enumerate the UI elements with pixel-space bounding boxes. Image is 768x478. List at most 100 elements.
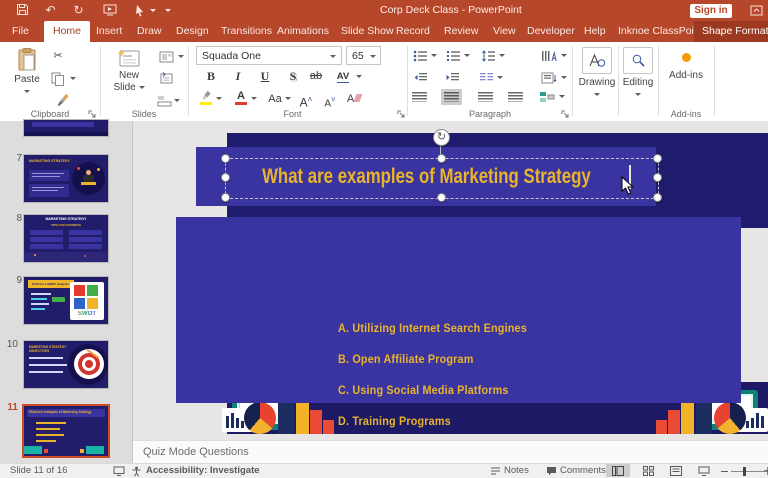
- bullets-icon[interactable]: [412, 48, 428, 63]
- thumbnail-slide-9[interactable]: Perform a SWOT analysis: SWOT: [24, 277, 108, 324]
- selection-handle-middle-right[interactable]: [653, 173, 662, 182]
- font-color-caret-icon[interactable]: [251, 97, 257, 100]
- tab-inknoe-classpoint[interactable]: Inknoe ClassPoint: [618, 21, 703, 42]
- tab-draw[interactable]: Draw: [137, 21, 162, 42]
- selection-handle-top-center[interactable]: [437, 154, 446, 163]
- section-caret-icon[interactable]: [174, 99, 180, 102]
- ribbon-display-options-icon[interactable]: [750, 5, 763, 16]
- qat-customize-caret-icon[interactable]: [165, 9, 171, 12]
- text-direction-icon[interactable]: [541, 48, 557, 63]
- clipboard-dialog-launcher-icon[interactable]: [88, 110, 97, 119]
- text-direction-caret-icon[interactable]: [561, 54, 567, 57]
- change-case-button[interactable]: Aa: [266, 92, 284, 107]
- tab-home[interactable]: Home: [44, 21, 90, 42]
- tab-file[interactable]: File: [12, 21, 29, 42]
- comments-toggle[interactable]: Comments: [560, 464, 606, 477]
- line-spacing-icon[interactable]: [480, 48, 496, 63]
- font-name-combo[interactable]: Squada One: [196, 46, 342, 65]
- tab-developer[interactable]: Developer: [527, 21, 575, 42]
- notes-panel[interactable]: Quiz Mode Questions: [133, 440, 768, 464]
- save-icon[interactable]: [16, 3, 31, 18]
- convert-to-smartart-icon[interactable]: [539, 89, 555, 104]
- numbering-icon[interactable]: [445, 48, 461, 63]
- notes-icon[interactable]: [490, 467, 501, 475]
- character-spacing-button[interactable]: AV: [333, 69, 353, 84]
- editing-button[interactable]: Editing: [621, 45, 655, 108]
- answers-text-box[interactable]: A. Utilizing Internet Search Engines B. …: [176, 217, 741, 403]
- selection-handle-middle-left[interactable]: [221, 173, 230, 182]
- view-reading-button[interactable]: [664, 464, 688, 477]
- zoom-in-button[interactable]: [764, 467, 768, 475]
- format-painter-icon[interactable]: [53, 93, 69, 108]
- tab-record[interactable]: Record: [396, 21, 430, 42]
- font-size-combo[interactable]: 65: [346, 46, 381, 65]
- columns-icon[interactable]: [478, 70, 494, 85]
- zoom-slider-knob[interactable]: [743, 467, 746, 476]
- tab-insert[interactable]: Insert: [96, 21, 122, 42]
- thumbnail-slide-7[interactable]: MARKETING STRATEGY: [24, 155, 108, 202]
- answer-option-a[interactable]: A. Utilizing Internet Search Engines: [338, 321, 527, 335]
- accessibility-icon[interactable]: [131, 466, 142, 477]
- accessibility-status[interactable]: Accessibility: Investigate: [146, 464, 260, 477]
- zoom-out-button[interactable]: [721, 471, 728, 473]
- tab-design[interactable]: Design: [176, 21, 209, 42]
- drawing-button[interactable]: Drawing: [578, 45, 616, 108]
- layout-caret-icon[interactable]: [178, 55, 184, 58]
- slide-layout-icon[interactable]: [158, 50, 174, 65]
- font-dialog-launcher-icon[interactable]: [397, 110, 406, 119]
- paragraph-dialog-launcher-icon[interactable]: [561, 110, 570, 119]
- rotation-handle-icon[interactable]: ↻: [433, 129, 450, 146]
- reset-slide-icon[interactable]: [158, 72, 174, 87]
- notes-toggle[interactable]: Notes: [504, 464, 529, 477]
- new-slide-button[interactable]: New Slide: [106, 45, 152, 108]
- italic-button[interactable]: I: [230, 69, 246, 84]
- smartart-caret-icon[interactable]: [559, 95, 565, 98]
- sign-in-button[interactable]: Sign in: [690, 4, 732, 18]
- character-spacing-caret-icon[interactable]: [356, 75, 362, 78]
- align-center-icon[interactable]: [444, 92, 459, 102]
- selection-handle-top-left[interactable]: [221, 154, 230, 163]
- align-right-icon[interactable]: [478, 92, 493, 102]
- selection-handle-bottom-left[interactable]: [221, 193, 230, 202]
- align-text-icon[interactable]: [541, 70, 557, 85]
- tab-help[interactable]: Help: [584, 21, 606, 42]
- underline-button[interactable]: U: [257, 69, 273, 84]
- highlight-color-icon[interactable]: [198, 91, 214, 106]
- undo-icon[interactable]: ↶: [43, 3, 58, 18]
- change-case-caret-icon[interactable]: [285, 97, 291, 100]
- copy-caret-icon[interactable]: [70, 77, 76, 80]
- redo-icon[interactable]: ↻: [71, 3, 86, 18]
- pen-dropdown-caret-icon[interactable]: [150, 9, 156, 12]
- font-color-icon[interactable]: A: [233, 91, 249, 106]
- decrease-indent-icon[interactable]: [412, 70, 428, 85]
- clear-formatting-button[interactable]: A: [346, 92, 362, 107]
- slide-editing-canvas[interactable]: A. Utilizing Internet Search Engines B. …: [133, 121, 768, 440]
- start-slideshow-icon[interactable]: [103, 4, 118, 19]
- copy-icon[interactable]: [50, 71, 66, 86]
- decrease-font-size-button[interactable]: A˅: [322, 92, 338, 107]
- view-normal-button[interactable]: [606, 464, 630, 477]
- view-slideshow-button[interactable]: [692, 464, 716, 477]
- numbering-caret-icon[interactable]: [464, 54, 470, 57]
- pen-input-icon[interactable]: [134, 4, 149, 19]
- align-text-caret-icon[interactable]: [561, 76, 567, 79]
- answer-option-b[interactable]: B. Open Affiliate Program: [338, 352, 474, 366]
- comments-icon[interactable]: [546, 466, 557, 477]
- thumbnail-slide-10[interactable]: MARKETING STRATEGY OBJECTIVES: [24, 341, 108, 388]
- paste-button[interactable]: Paste: [6, 45, 48, 108]
- thumbnail-slide-11-selected[interactable]: What are examples of Marketing Strategy: [22, 404, 110, 458]
- zoom-slider-track[interactable]: [731, 471, 764, 472]
- tab-review[interactable]: Review: [444, 21, 478, 42]
- display-settings-icon[interactable]: [113, 466, 125, 476]
- strikethrough-button[interactable]: ab: [308, 69, 324, 84]
- increase-font-size-button[interactable]: A˄: [298, 92, 314, 107]
- thumbnail-slide-8[interactable]: MARKETING STRATEGY TIPS FOR BUSINESS: [24, 215, 108, 262]
- selection-handle-bottom-center[interactable]: [437, 193, 446, 202]
- line-spacing-caret-icon[interactable]: [499, 54, 505, 57]
- highlight-caret-icon[interactable]: [216, 97, 222, 100]
- tab-slide-show[interactable]: Slide Show: [341, 21, 394, 42]
- columns-caret-icon[interactable]: [497, 76, 503, 79]
- bold-button[interactable]: B: [203, 69, 219, 84]
- addins-button[interactable]: Add-ins: [662, 45, 710, 108]
- answer-option-d[interactable]: D. Training Programs: [338, 414, 451, 428]
